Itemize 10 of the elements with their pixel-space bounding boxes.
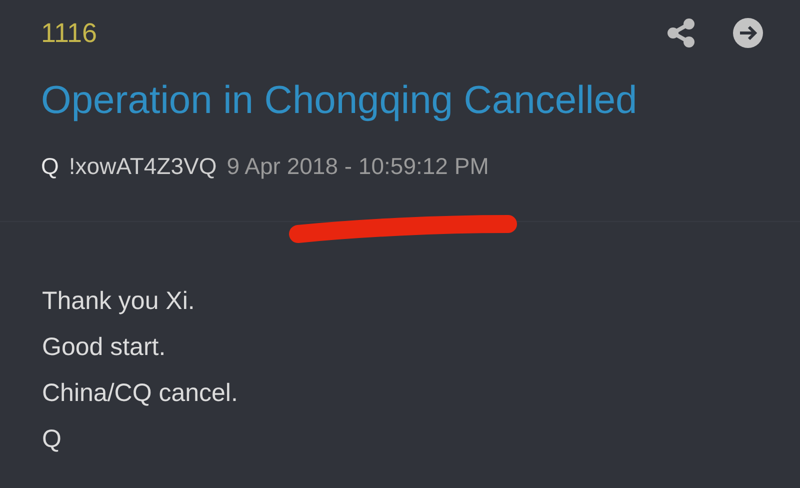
tripcode: !xowAT4Z3VQ bbox=[68, 153, 217, 180]
body-text-line: Q bbox=[42, 424, 62, 454]
body-text-line: Thank you Xi. bbox=[42, 286, 195, 316]
body-text-line: China/CQ cancel. bbox=[42, 378, 238, 408]
share-icon[interactable] bbox=[666, 18, 696, 48]
author-name: Q bbox=[41, 153, 59, 180]
post-date: 9 Apr 2018 - 10:59:12 PM bbox=[226, 153, 489, 180]
body-text-line: Good start. bbox=[42, 332, 166, 362]
post-number: 1116 bbox=[41, 18, 98, 48]
post-title[interactable]: Operation in Chongqing Cancelled bbox=[41, 79, 764, 123]
